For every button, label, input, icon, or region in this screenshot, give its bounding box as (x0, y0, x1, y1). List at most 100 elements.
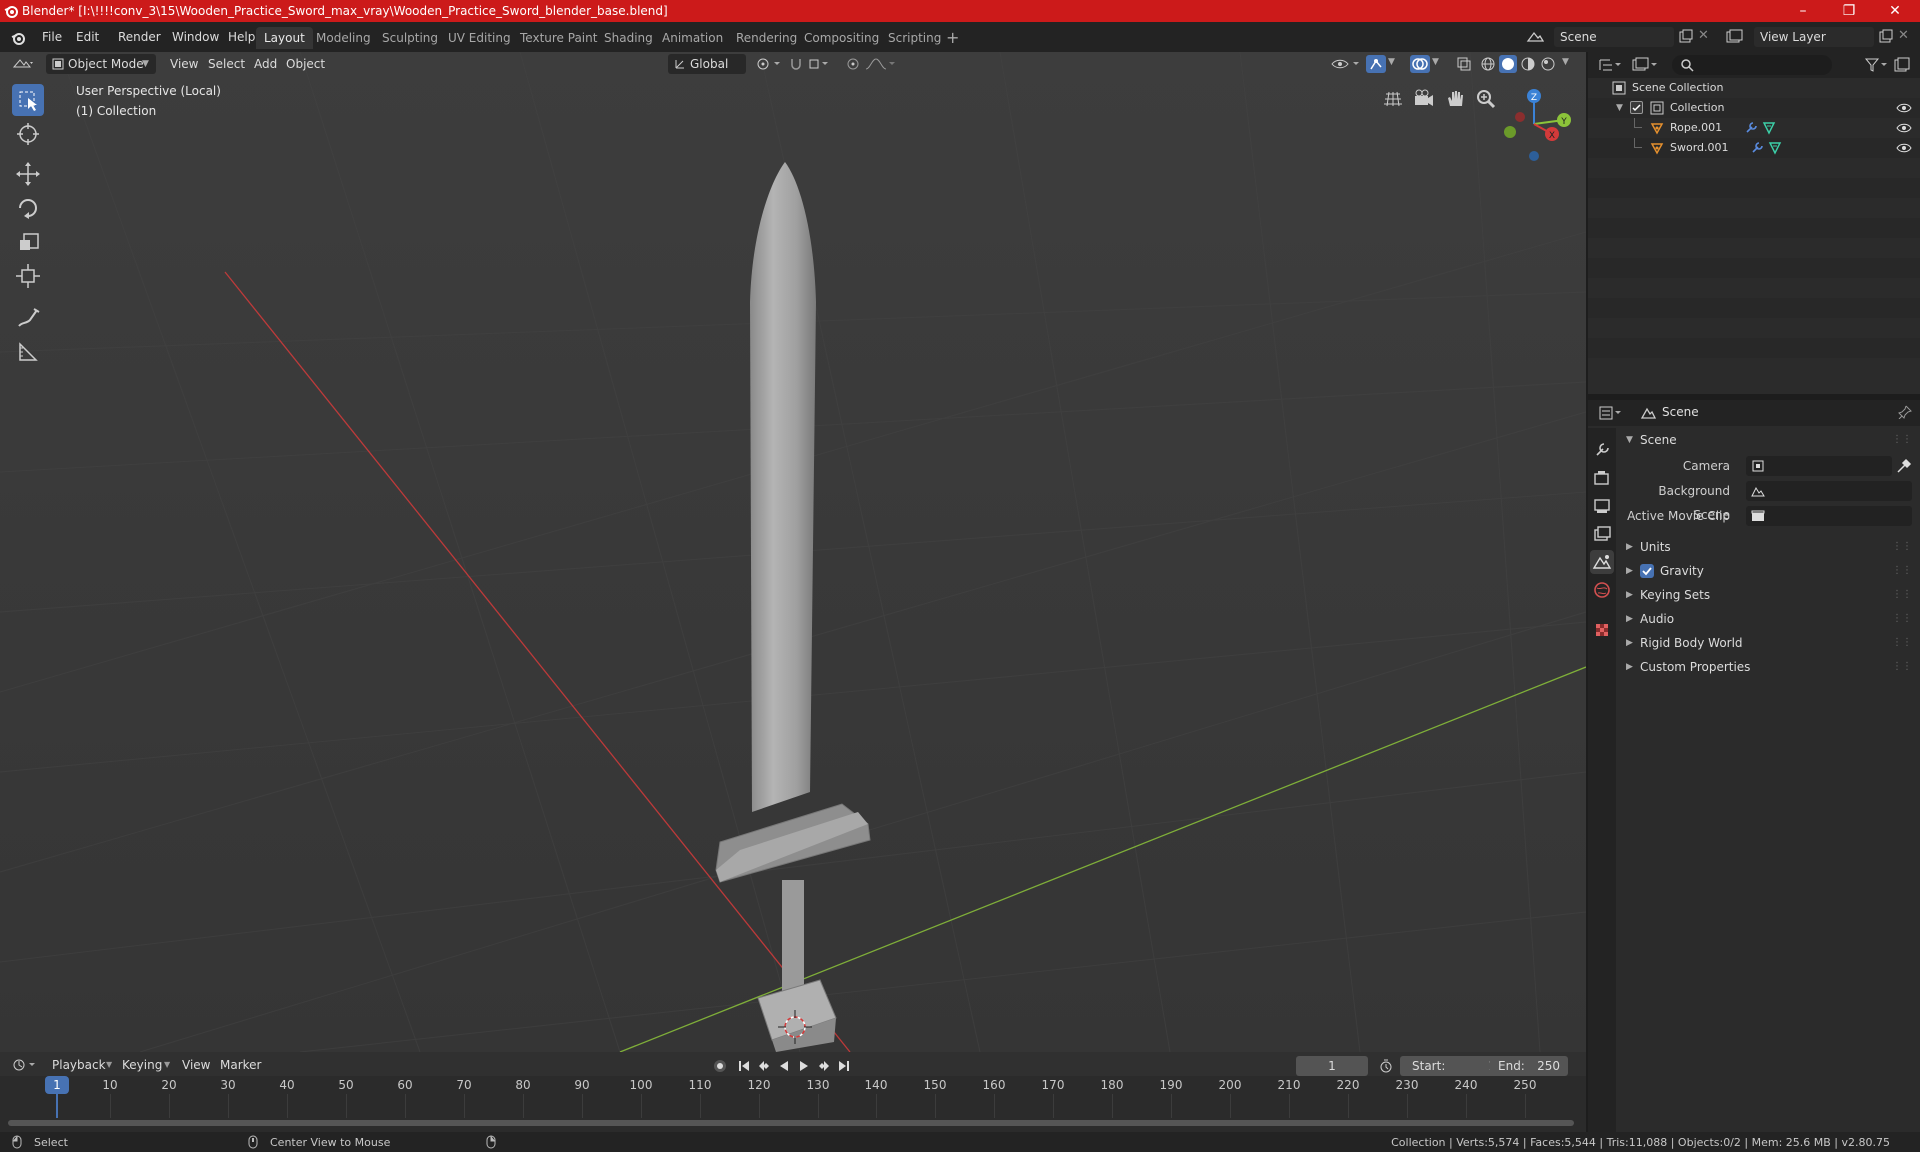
transform-orientation-dropdown[interactable]: Global (668, 54, 746, 74)
tab-modeling[interactable]: Modeling (308, 27, 379, 49)
overlays-dropdown-icon[interactable]: ▼ (1432, 57, 1439, 67)
viewport-menu-add[interactable]: Add (248, 54, 283, 74)
new-scene-icon[interactable] (1678, 29, 1694, 45)
drag-handle-icon[interactable]: ⋮⋮ (1892, 607, 1912, 631)
proportional-editing-icon[interactable] (846, 57, 896, 71)
blender-menu-icon[interactable] (10, 30, 26, 46)
modifier-wrench-icon[interactable] (1750, 141, 1764, 155)
view-layer-field[interactable]: View Layer (1754, 27, 1874, 47)
drag-handle-icon[interactable]: ⋮⋮ (1892, 559, 1912, 583)
overlays-toggle-icon[interactable] (1410, 55, 1430, 73)
preview-range-icon[interactable] (1378, 1058, 1394, 1074)
viewport-menu-object[interactable]: Object (280, 54, 331, 74)
object-mode-dropdown[interactable]: Object Mode ▼ (46, 54, 156, 74)
annotate-tool[interactable] (12, 302, 44, 334)
timeline-menu-playback[interactable]: Playback (46, 1055, 112, 1075)
jump-to-keyframe-forward-button[interactable] (816, 1058, 832, 1074)
tab-render[interactable] (1590, 466, 1614, 490)
scene-selector-icon[interactable] (1526, 29, 1544, 45)
rendered-shading-icon[interactable] (1540, 56, 1556, 72)
menu-edit[interactable]: Edit (70, 28, 105, 46)
remove-scene-icon[interactable]: ✕ (1698, 28, 1709, 43)
tab-animation[interactable]: Animation (654, 27, 731, 49)
scale-tool[interactable] (12, 226, 44, 258)
record-button[interactable] (712, 1058, 728, 1074)
view-layer-icon[interactable] (1726, 29, 1744, 45)
outliner-row-sword[interactable]: Sword.001 (1588, 138, 1920, 158)
tab-scripting[interactable]: Scripting (880, 27, 949, 49)
gravity-checkbox[interactable] (1640, 564, 1654, 578)
outliner-row-collection[interactable]: ▼ Collection (1588, 98, 1920, 118)
viewport-menu-select[interactable]: Select (202, 54, 251, 74)
background-scene-field[interactable] (1746, 481, 1912, 501)
tab-sculpting[interactable]: Sculpting (374, 27, 446, 49)
end-frame-field[interactable]: End: 250 (1490, 1056, 1568, 1076)
tab-uv-editing[interactable]: UV Editing (440, 27, 519, 49)
tab-scene[interactable] (1590, 550, 1614, 574)
scene-field[interactable]: Scene (1554, 27, 1674, 47)
play-reverse-button[interactable] (776, 1058, 792, 1074)
tab-layout[interactable]: Layout (256, 27, 313, 49)
move-tool[interactable] (12, 158, 44, 190)
pan-view-icon[interactable] (1444, 88, 1466, 110)
tab-texture[interactable] (1590, 618, 1614, 642)
outliner-editor-type-icon[interactable] (1598, 57, 1624, 73)
scene-panel-header[interactable]: ▼ Scene ⋮⋮ (1620, 428, 1916, 452)
cursor-tool[interactable] (12, 118, 44, 150)
gravity-panel-header[interactable]: ▶ Gravity ⋮⋮ (1620, 559, 1916, 583)
editor-type-icon[interactable] (12, 57, 34, 71)
outliner-row-rope[interactable]: Rope.001 (1588, 118, 1920, 138)
display-mode-icon[interactable] (1632, 57, 1658, 73)
outliner-search-input[interactable] (1672, 55, 1832, 75)
tab-tool[interactable] (1590, 438, 1614, 462)
keying-sets-panel-header[interactable]: ▶ Keying Sets ⋮⋮ (1620, 583, 1916, 607)
maximize-button[interactable]: ❐ (1826, 0, 1872, 22)
new-collection-icon[interactable] (1894, 57, 1910, 73)
select-box-tool[interactable] (12, 84, 44, 116)
drag-handle-icon[interactable]: ⋮⋮ (1892, 428, 1912, 452)
jump-to-end-button[interactable] (836, 1058, 852, 1074)
menu-file[interactable]: File (36, 28, 68, 46)
rigid-body-world-panel-header[interactable]: ▶ Rigid Body World ⋮⋮ (1620, 631, 1916, 655)
new-view-layer-icon[interactable] (1878, 29, 1894, 45)
units-panel-header[interactable]: ▶ Units ⋮⋮ (1620, 535, 1916, 559)
material-shading-icon[interactable] (1520, 56, 1536, 72)
viewport-menu-view[interactable]: View (164, 54, 204, 74)
modifier-wrench-icon[interactable] (1744, 121, 1758, 135)
tab-texture-paint[interactable]: Texture Paint (512, 27, 605, 49)
add-workspace-icon[interactable]: + (946, 30, 959, 46)
timeline-menu-view[interactable]: View (176, 1055, 216, 1075)
gizmo-toggle-icon[interactable] (1366, 55, 1386, 73)
wireframe-shading-icon[interactable] (1480, 56, 1496, 72)
audio-panel-header[interactable]: ▶ Audio ⋮⋮ (1620, 607, 1916, 631)
custom-properties-panel-header[interactable]: ▶ Custom Properties ⋮⋮ (1620, 655, 1916, 679)
expand-collection-icon[interactable]: ▼ (1616, 98, 1623, 118)
solid-shading-icon[interactable] (1499, 55, 1517, 73)
tab-shading[interactable]: Shading (596, 27, 661, 49)
jump-to-keyframe-back-button[interactable] (756, 1058, 772, 1074)
properties-editor-type-icon[interactable] (1598, 405, 1624, 421)
transform-tool[interactable] (12, 260, 44, 292)
menu-render[interactable]: Render (112, 28, 167, 46)
3d-viewport[interactable]: Object Mode ▼ View Select Add Object Glo… (0, 52, 1586, 1052)
timeline-ruler[interactable]: 10 20 30 40 50 60 70 80 90 100 110 120 130 140 150 160 1… (0, 1076, 1586, 1132)
drag-handle-icon[interactable]: ⋮⋮ (1892, 631, 1912, 655)
drag-handle-icon[interactable]: ⋮⋮ (1892, 535, 1912, 559)
menu-window[interactable]: Window (166, 28, 225, 46)
measure-tool[interactable] (12, 336, 44, 368)
tab-output[interactable] (1590, 494, 1614, 518)
rotate-tool[interactable] (12, 192, 44, 224)
remove-view-layer-icon[interactable]: ✕ (1898, 28, 1909, 43)
pin-icon[interactable] (1898, 405, 1912, 419)
rope-visibility-icon[interactable] (1896, 122, 1912, 134)
tab-compositing[interactable]: Compositing (796, 27, 887, 49)
drag-handle-icon[interactable]: ⋮⋮ (1892, 583, 1912, 607)
sword-visibility-icon[interactable] (1896, 142, 1912, 154)
shading-dropdown-icon[interactable]: ▼ (1562, 57, 1569, 67)
toggle-grid-view-icon[interactable] (1382, 88, 1404, 110)
pivot-point-icon[interactable] (756, 57, 782, 71)
timeline-menu-marker[interactable]: Marker (214, 1055, 267, 1075)
active-movie-clip-field[interactable] (1746, 506, 1912, 526)
tab-rendering[interactable]: Rendering (728, 27, 805, 49)
camera-field[interactable] (1746, 456, 1892, 476)
